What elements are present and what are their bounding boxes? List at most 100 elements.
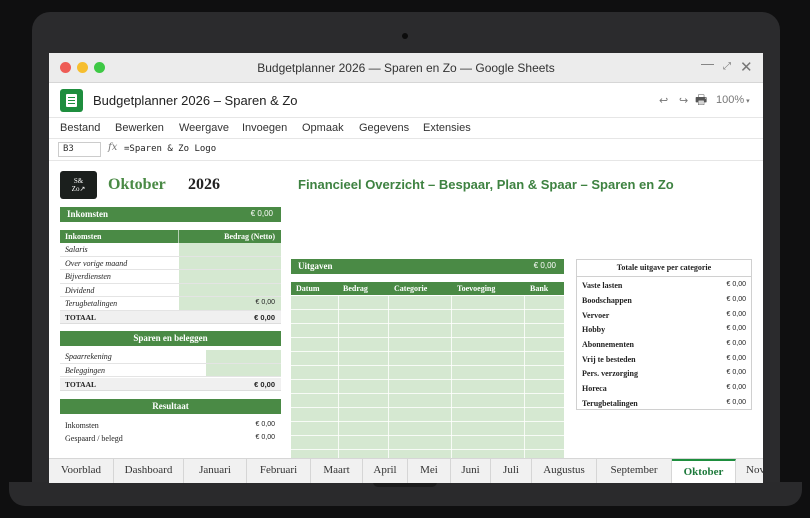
redo-icon[interactable]: ↪: [679, 94, 688, 107]
inkomsten-title: Inkomsten: [67, 209, 109, 219]
table-row[interactable]: Salaris: [60, 243, 281, 257]
spreadsheet-grid[interactable]: S& Zo↗ Oktober 2026 Financieel Overzicht…: [49, 161, 763, 458]
row-value: € 0,00: [255, 299, 275, 306]
grid-line: [291, 449, 564, 450]
col-inkomsten: Inkomsten: [65, 232, 102, 241]
sparen-header: Sparen en beleggen: [60, 331, 281, 346]
tab-juni[interactable]: Juni: [451, 459, 491, 483]
category-label: Boodschappen: [582, 295, 632, 305]
menu-extensies[interactable]: Extensies: [423, 122, 471, 134]
category-value: € 0,00: [726, 325, 746, 332]
category-row: Boodschappen € 0,00: [582, 296, 746, 310]
amount-cell[interactable]: [179, 243, 281, 256]
sheets-logo-icon[interactable]: [60, 89, 83, 112]
grid-line: [291, 435, 564, 436]
tab-februari[interactable]: Februari: [247, 459, 311, 483]
grid-line: [291, 421, 564, 422]
menu-gegevens[interactable]: Gegevens: [359, 122, 409, 134]
table-row[interactable]: Dividend: [60, 283, 281, 297]
restore-icon[interactable]: ⤢: [723, 61, 731, 72]
formula-bar: B3 fx =Sparen & Zo Logo: [49, 139, 763, 161]
webcam: [402, 33, 408, 39]
tab-maart[interactable]: Maart: [311, 459, 363, 483]
category-row: Pers. verzorging € 0,00: [582, 369, 746, 383]
grid-line: [291, 351, 564, 352]
overview-headline: Financieel Overzicht – Bespaar, Plan & S…: [298, 177, 674, 192]
year-title: 2026: [188, 176, 220, 193]
list-item: Inkomsten € 0,00: [60, 419, 281, 432]
tab-september[interactable]: September: [597, 459, 672, 483]
tab-oktober[interactable]: Oktober: [672, 459, 736, 483]
row-label: Gespaard / belegd: [65, 434, 123, 443]
tab-november[interactable]: Nov: [736, 459, 763, 483]
amount-cell[interactable]: [179, 270, 281, 283]
resultaat-header: Resultaat: [60, 399, 281, 414]
table-row[interactable]: Beleggingen: [60, 363, 281, 377]
category-row: Vervoer € 0,00: [582, 311, 746, 325]
table-row[interactable]: Over vorige maand: [60, 256, 281, 270]
inkomsten-totaal-row: TOTAAL € 0,00: [60, 311, 281, 324]
menu-opmaak[interactable]: Opmaak: [302, 122, 344, 134]
category-summary: Totale uitgave per categorie Vaste laste…: [576, 259, 752, 410]
tab-april[interactable]: April: [363, 459, 408, 483]
grid-line: [451, 296, 452, 458]
uitgaven-total: € 0,00: [533, 261, 556, 270]
uitgaven-grid[interactable]: [291, 296, 564, 458]
menu-bewerken[interactable]: Bewerken: [115, 122, 164, 134]
amount-cell[interactable]: [179, 256, 281, 269]
menu-invoegen[interactable]: Invoegen: [242, 122, 287, 134]
table-row[interactable]: Spaarrekening: [60, 350, 281, 364]
undo-icon[interactable]: ↩: [659, 94, 668, 107]
menu-bestand[interactable]: Bestand: [60, 122, 100, 134]
tab-dashboard[interactable]: Dashboard: [114, 459, 184, 483]
close-icon[interactable]: ✕: [740, 58, 753, 76]
amount-cell[interactable]: [206, 350, 281, 363]
category-value: € 0,00: [726, 281, 746, 288]
row-label: Over vorige maand: [65, 258, 128, 268]
amount-cell[interactable]: [206, 363, 281, 376]
zoom-value: 100%: [716, 94, 745, 106]
tab-mei[interactable]: Mei: [408, 459, 451, 483]
category-label: Terugbetalingen: [582, 398, 638, 408]
category-row: Terugbetalingen € 0,00: [582, 399, 746, 413]
menu-bar: Bestand Bewerken Weergave Invoegen Opmaa…: [49, 117, 763, 139]
tab-augustus[interactable]: Augustus: [532, 459, 597, 483]
table-row[interactable]: Terugbetalingen € 0,00: [60, 297, 281, 311]
window-title: Budgetplanner 2026 — Sparen en Zo — Goog…: [257, 61, 555, 75]
minimize-icon[interactable]: —: [701, 56, 714, 71]
list-item: Gespaard / belegd € 0,00: [60, 432, 281, 445]
category-label: Vrij te besteden: [582, 354, 636, 364]
row-label: Salaris: [65, 245, 88, 254]
row-value: € 0,00: [255, 421, 275, 428]
inkomsten-header: Inkomsten € 0,00: [60, 207, 281, 222]
grid-line: [291, 365, 564, 366]
amount-cell[interactable]: [179, 283, 281, 296]
category-row: Vrij te besteden € 0,00: [582, 355, 746, 369]
tab-juli[interactable]: Juli: [491, 459, 532, 483]
tab-januari[interactable]: Januari: [184, 459, 247, 483]
category-value: € 0,00: [726, 354, 746, 362]
chevron-down-icon: ▾: [744, 98, 750, 105]
document-title[interactable]: Budgetplanner 2026 – Sparen & Zo: [93, 93, 298, 108]
row-label: Terugbetalingen: [65, 299, 118, 308]
category-label: Vaste lasten: [582, 281, 623, 290]
tab-voorblad[interactable]: Voorblad: [49, 459, 114, 483]
zoom-select[interactable]: 100% ▾: [716, 94, 750, 106]
sparen-en-zo-logo[interactable]: S& Zo↗: [60, 171, 97, 199]
category-label: Hobby: [582, 325, 606, 334]
totaal-label: TOTAAL: [65, 380, 96, 389]
category-label: Abonnementen: [582, 340, 635, 349]
grid-line: [291, 323, 564, 324]
name-box[interactable]: B3: [58, 142, 101, 157]
category-label: Horeca: [582, 384, 607, 393]
fx-icon: fx: [108, 142, 118, 153]
totaal-value: € 0,00: [254, 380, 275, 389]
table-row[interactable]: Bijverdiensten: [60, 270, 281, 284]
grid-line: [524, 296, 525, 458]
category-value: € 0,00: [726, 384, 746, 391]
grid-line: [291, 379, 564, 380]
print-icon[interactable]: 🖶: [695, 91, 707, 113]
menu-weergave[interactable]: Weergave: [179, 122, 229, 134]
category-row: Vaste lasten € 0,00: [582, 281, 746, 295]
formula-input[interactable]: =Sparen & Zo Logo: [124, 144, 216, 154]
